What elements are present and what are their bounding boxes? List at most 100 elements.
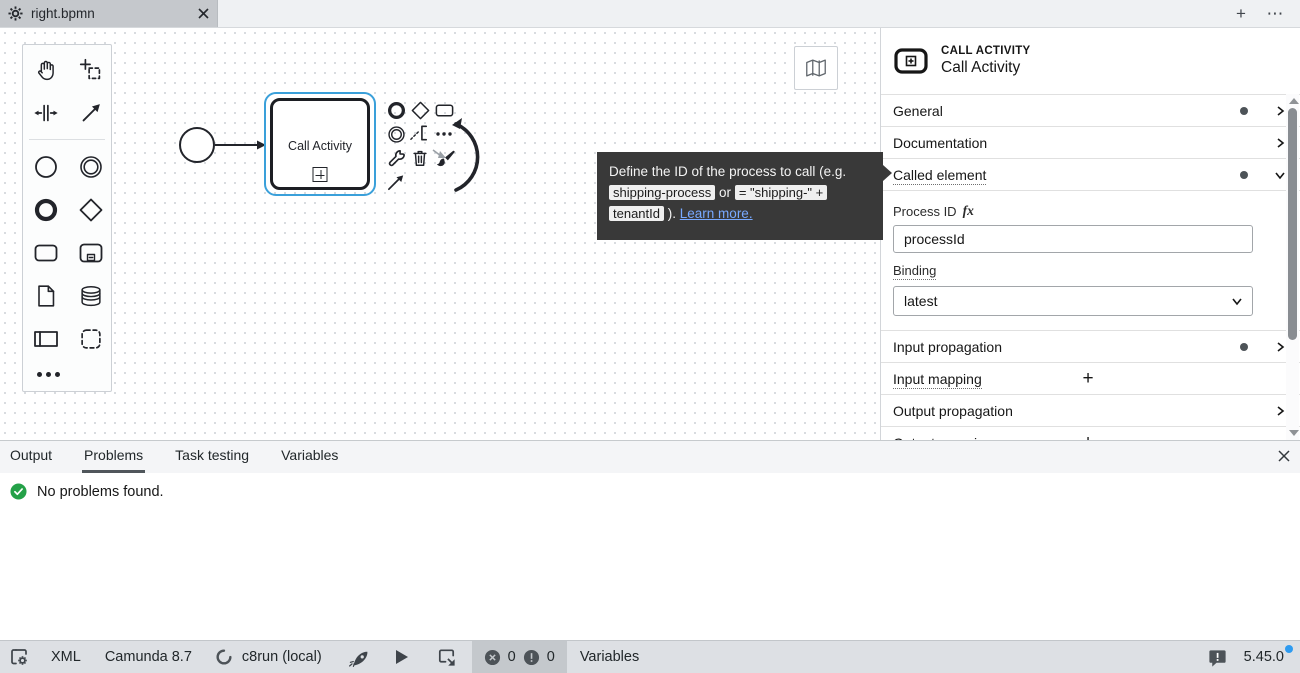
palette-create-group[interactable] bbox=[68, 317, 113, 360]
run-target-label[interactable]: c8run (local) bbox=[242, 649, 322, 665]
feel-fx-icon[interactable]: fx bbox=[963, 203, 974, 219]
append-preview-arc bbox=[450, 116, 480, 198]
new-tab-button[interactable]: + bbox=[1230, 3, 1252, 25]
called-element-body: Process ID fx Binding latest bbox=[881, 191, 1300, 331]
tooltip-closing: ). bbox=[668, 206, 676, 221]
palette-lasso-tool[interactable] bbox=[68, 48, 113, 91]
palette-space-tool[interactable] bbox=[23, 91, 68, 134]
tab-title: right.bpmn bbox=[31, 6, 190, 21]
tooltip-arrow bbox=[883, 165, 892, 181]
binding-select[interactable]: latest bbox=[893, 286, 1253, 316]
variables-button[interactable]: Variables bbox=[580, 649, 639, 665]
xml-toggle[interactable]: XML bbox=[51, 649, 81, 665]
learn-more-link[interactable]: Learn more. bbox=[680, 206, 753, 221]
process-id-input[interactable] bbox=[893, 225, 1253, 253]
start-instance-button[interactable] bbox=[396, 650, 408, 664]
call-activity-shape[interactable]: Call Activity bbox=[270, 98, 370, 190]
tab-problems[interactable]: Problems bbox=[82, 441, 145, 473]
properties-panel: CALL ACTIVITY Call Activity General Docu… bbox=[880, 28, 1300, 440]
palette-create-task[interactable] bbox=[23, 231, 68, 274]
section-label: Output propagation bbox=[893, 403, 1272, 419]
sequence-flow[interactable] bbox=[215, 135, 267, 155]
participant-icon bbox=[31, 324, 61, 354]
palette bbox=[22, 44, 112, 392]
problems-count-button[interactable]: 0 0 bbox=[472, 641, 567, 673]
palette-create-end-event[interactable] bbox=[23, 188, 68, 231]
palette-global-connect-tool[interactable] bbox=[68, 91, 113, 134]
gateway-icon bbox=[410, 100, 431, 121]
element-type: CALL ACTIVITY bbox=[941, 45, 1031, 57]
tab-task-testing[interactable]: Task testing bbox=[173, 441, 251, 473]
group-icon bbox=[77, 325, 105, 353]
section-called-element[interactable]: Called element bbox=[881, 159, 1300, 191]
palette-create-subprocess[interactable] bbox=[68, 231, 113, 274]
tab-output[interactable]: Output bbox=[8, 441, 54, 473]
append-text-annotation[interactable] bbox=[409, 123, 431, 145]
section-output-propagation[interactable]: Output propagation bbox=[881, 395, 1300, 427]
feedback-bubble-icon bbox=[1207, 647, 1228, 668]
section-input-mapping[interactable]: Input mapping + bbox=[881, 363, 1300, 395]
engine-version-button[interactable]: Camunda 8.7 bbox=[105, 649, 192, 665]
tab-bar: right.bpmn + ⋯ bbox=[0, 0, 1300, 28]
palette-more-tools[interactable] bbox=[23, 360, 111, 388]
section-label: Input mapping bbox=[893, 371, 982, 389]
collapsed-marker-icon[interactable] bbox=[313, 167, 328, 182]
properties-header: CALL ACTIVITY Call Activity bbox=[881, 28, 1300, 95]
append-end-event[interactable] bbox=[385, 99, 407, 121]
section-output-mapping[interactable]: Output mapping + bbox=[881, 427, 1300, 440]
space-tool-icon bbox=[32, 99, 60, 127]
connect-tool[interactable] bbox=[385, 171, 407, 193]
tab-variables[interactable]: Variables bbox=[279, 441, 340, 473]
add-input-mapping-button[interactable]: + bbox=[1078, 368, 1098, 390]
deploy-button[interactable] bbox=[348, 647, 369, 668]
change-element-wrench[interactable] bbox=[385, 147, 407, 169]
section-input-propagation[interactable]: Input propagation bbox=[881, 331, 1300, 363]
feedback-button[interactable] bbox=[1207, 647, 1228, 668]
scroll-down-arrow[interactable] bbox=[1289, 430, 1299, 436]
statusbar-right: 5.45.0 bbox=[1207, 647, 1300, 668]
start-event-icon bbox=[31, 152, 61, 182]
palette-hand-tool[interactable] bbox=[23, 48, 68, 91]
more-options-button[interactable]: ⋯ bbox=[1264, 3, 1286, 25]
palette-create-start-event[interactable] bbox=[23, 145, 68, 188]
palette-create-participant[interactable] bbox=[23, 317, 68, 360]
open-in-play-button[interactable] bbox=[435, 646, 458, 668]
no-problems-message: No problems found. bbox=[37, 484, 164, 500]
tab-right-bpmn[interactable]: right.bpmn bbox=[0, 0, 218, 27]
intermediate-event-icon bbox=[386, 124, 407, 145]
scrollbar-thumb[interactable] bbox=[1288, 108, 1297, 340]
status-bar: XML Camunda 8.7 c8run (local) bbox=[0, 640, 1300, 673]
append-intermediate-event[interactable] bbox=[385, 123, 407, 145]
tooltip-code-example-1: shipping-process bbox=[609, 185, 715, 200]
append-gateway[interactable] bbox=[409, 99, 431, 121]
binding-label: Binding bbox=[893, 263, 1270, 280]
properties-scrollbar[interactable] bbox=[1286, 94, 1299, 440]
engine-config-button[interactable] bbox=[8, 646, 30, 668]
delete-trash[interactable] bbox=[409, 147, 431, 169]
edited-dot bbox=[1240, 343, 1248, 351]
edited-dot bbox=[1240, 171, 1248, 179]
scroll-up-arrow[interactable] bbox=[1289, 98, 1299, 104]
spinner-icon bbox=[214, 647, 234, 667]
palette-create-intermediate-event[interactable] bbox=[68, 145, 113, 188]
bottom-panel-close-icon[interactable] bbox=[1278, 449, 1290, 467]
add-output-mapping-button[interactable]: + bbox=[1078, 432, 1098, 440]
tooltip-code-example-3: tenantId bbox=[609, 206, 664, 221]
data-object-icon bbox=[32, 282, 60, 310]
palette-create-data-object[interactable] bbox=[23, 274, 68, 317]
tab-close-icon[interactable] bbox=[198, 8, 209, 19]
hand-icon bbox=[32, 56, 60, 84]
bpmn-gear-icon bbox=[8, 6, 23, 21]
lasso-icon bbox=[77, 56, 105, 84]
run-status-spinner bbox=[214, 647, 234, 667]
minimap-toggle[interactable] bbox=[794, 46, 838, 90]
start-event-shape[interactable] bbox=[179, 127, 215, 163]
palette-create-gateway[interactable] bbox=[68, 188, 113, 231]
palette-create-data-store[interactable] bbox=[68, 274, 113, 317]
append-hint-arrow bbox=[432, 146, 448, 160]
section-documentation[interactable]: Documentation bbox=[881, 127, 1300, 159]
data-store-icon bbox=[77, 282, 105, 310]
section-general[interactable]: General bbox=[881, 95, 1300, 127]
app-version[interactable]: 5.45.0 bbox=[1244, 649, 1284, 665]
map-icon bbox=[804, 57, 828, 79]
